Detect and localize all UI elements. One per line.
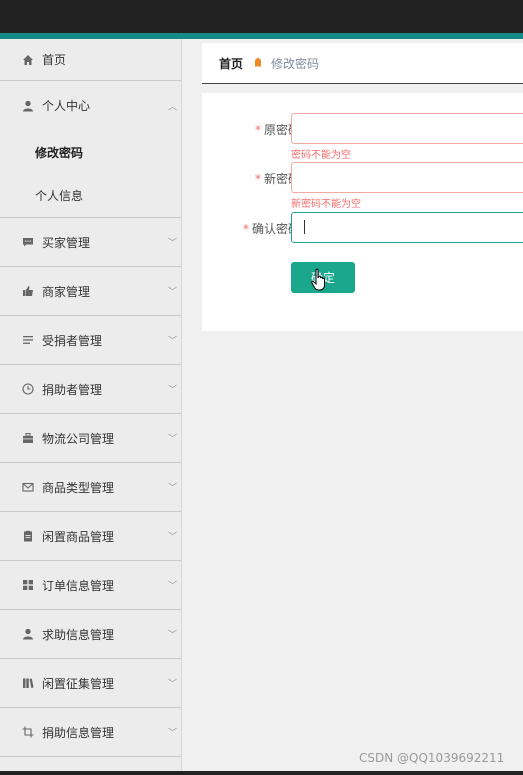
sidebar-subitem-personal-info[interactable]: 个人信息 (0, 174, 181, 218)
grid-icon (21, 578, 35, 592)
sidebar-subitem-change-password[interactable]: 修改密码 (0, 130, 181, 174)
sidebar-item-label: 捐助信息管理 (42, 725, 115, 740)
sidebar-item-label: 商品类型管理 (42, 480, 115, 495)
new-password-input[interactable] (291, 162, 523, 193)
sidebar-item-buyer-management[interactable]: 买家管理 ﹀ (0, 218, 181, 267)
chevron-down-icon: ﹀ (167, 385, 177, 396)
sidebar-item-label: 买家管理 (42, 235, 91, 250)
top-bar (0, 0, 523, 33)
mail-icon (21, 480, 35, 494)
books-icon (21, 676, 35, 690)
sidebar-item-label: 商家管理 (42, 284, 91, 299)
thumb-up-icon (21, 284, 35, 298)
breadcrumb-separator-icon (253, 57, 263, 70)
sidebar-item-recipient-management[interactable]: 受捐者管理 ﹀ (0, 316, 181, 365)
required-mark: * (254, 172, 261, 186)
chevron-down-icon: ﹀ (167, 238, 177, 249)
chevron-down-icon: ﹀ (167, 434, 177, 445)
old-password-input[interactable] (291, 113, 523, 144)
required-mark: * (254, 123, 261, 137)
sidebar-item-donation-info-management[interactable]: 捐助信息管理 ﹀ (0, 708, 181, 757)
sidebar-item-label: 订单信息管理 (42, 578, 115, 593)
sidebar-item-label: 首页 (42, 53, 67, 67)
watermark: CSDN @QQ1039692211 (359, 751, 505, 765)
sidebar-item-label: 闲置征集管理 (42, 676, 115, 691)
chat-icon (21, 235, 35, 249)
required-mark: * (242, 222, 249, 236)
chevron-down-icon: ﹀ (167, 679, 177, 690)
sidebar-item-label: 受捐者管理 (42, 333, 103, 348)
user-icon (21, 99, 35, 113)
chevron-down-icon: ﹀ (167, 336, 177, 347)
old-password-error: 密码不能为空 (291, 150, 351, 161)
sidebar-item-label: 求助信息管理 (42, 627, 115, 642)
sidebar-item-home[interactable]: 首页 (0, 39, 181, 81)
sidebar-item-idle-product-management[interactable]: 闲置商品管理 ﹀ (0, 512, 181, 561)
hand-cursor-icon (311, 268, 325, 291)
briefcase-icon (21, 431, 35, 445)
list-icon (21, 333, 35, 347)
chevron-down-icon: ﹀ (167, 287, 177, 298)
home-icon (21, 53, 35, 67)
chevron-down-icon: ﹀ (167, 532, 177, 543)
sidebar-item-help-request-management[interactable]: 求助信息管理 ﹀ (0, 610, 181, 659)
chevron-down-icon: ﹀ (167, 728, 177, 739)
chevron-down-icon: ﹀ (167, 483, 177, 494)
sidebar-item-logistics-management[interactable]: 物流公司管理 ﹀ (0, 414, 181, 463)
breadcrumb-home[interactable]: 首页 (219, 55, 243, 72)
clipboard-icon (21, 529, 35, 543)
chevron-down-icon: ﹀ (167, 630, 177, 641)
breadcrumb: 首页 修改密码 (202, 43, 523, 84)
sidebar-item-label: 闲置商品管理 (42, 529, 115, 544)
new-password-error: 新密码不能为空 (291, 199, 361, 210)
sidebar: 首页 个人中心 ︿ 修改密码 个人信息 买家管理 ﹀ 商家管理 ﹀ 受捐者管理 … (0, 39, 182, 773)
sidebar-item-merchant-management[interactable]: 商家管理 ﹀ (0, 267, 181, 316)
crop-icon (21, 725, 35, 739)
sidebar-item-label: 物流公司管理 (42, 431, 115, 446)
sidebar-item-donor-management[interactable]: 捐助者管理 ﹀ (0, 365, 181, 414)
chevron-down-icon: ﹀ (167, 581, 177, 592)
sidebar-item-label: 捐助者管理 (42, 382, 103, 397)
sidebar-item-personal-center[interactable]: 个人中心 ︿ (0, 81, 181, 130)
sidebar-item-idle-collection-management[interactable]: 闲置征集管理 ﹀ (0, 659, 181, 708)
main-content: 首页 修改密码 *原密码 密码不能为空 *新密码 新密码不能为空 *确认密码 确… (183, 39, 523, 773)
user-icon (21, 627, 35, 641)
chevron-up-icon: ︿ (167, 102, 177, 112)
clock-icon (21, 382, 35, 396)
change-password-form: *原密码 密码不能为空 *新密码 新密码不能为空 *确认密码 确定 (202, 93, 523, 331)
sidebar-item-order-management[interactable]: 订单信息管理 ﹀ (0, 561, 181, 610)
text-caret (304, 220, 305, 234)
bottom-border (0, 771, 523, 775)
breadcrumb-current: 修改密码 (271, 56, 320, 71)
sidebar-item-label: 个人中心 (42, 99, 91, 113)
confirm-password-input[interactable] (291, 212, 523, 243)
sidebar-item-product-type-management[interactable]: 商品类型管理 ﹀ (0, 463, 181, 512)
